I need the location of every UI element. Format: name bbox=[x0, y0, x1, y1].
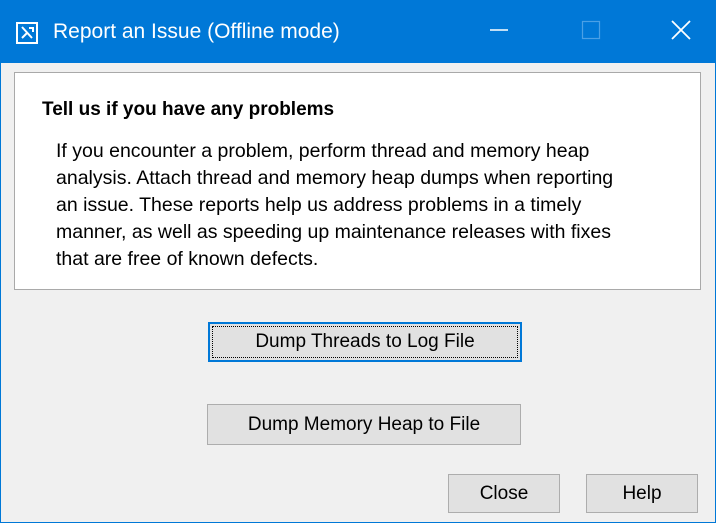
description-line: If you encounter a problem, perform thre… bbox=[56, 140, 590, 162]
help-button[interactable]: Help bbox=[586, 474, 698, 513]
description-line: that are free of known defects. bbox=[56, 248, 319, 270]
dump-heap-label: Dump Memory Heap to File bbox=[247, 413, 481, 435]
minimize-button[interactable] bbox=[469, 1, 529, 63]
maximize-button[interactable] bbox=[561, 1, 621, 63]
close-icon bbox=[670, 19, 692, 46]
info-panel: Tell us if you have any problems If you … bbox=[14, 72, 701, 290]
description-line: manner, as well as speeding up maintenan… bbox=[56, 221, 611, 243]
description-line: an issue. These reports help us address … bbox=[56, 194, 582, 216]
report-issue-dialog: Report an Issue (Offline mode) Tell us i… bbox=[0, 0, 716, 523]
maximize-icon bbox=[581, 20, 601, 45]
close-window-button[interactable] bbox=[651, 1, 711, 63]
close-button[interactable]: Close bbox=[448, 474, 560, 513]
title-bar[interactable]: Report an Issue (Offline mode) bbox=[1, 1, 715, 63]
info-description: If you encounter a problem, perform thre… bbox=[56, 138, 696, 273]
close-label: Close bbox=[479, 482, 529, 504]
report-issue-icon bbox=[16, 22, 38, 44]
minimize-icon bbox=[489, 20, 509, 45]
description-line: analysis. Attach thread and memory heap … bbox=[56, 167, 614, 189]
dump-threads-button[interactable]: Dump Threads to Log File bbox=[208, 322, 522, 362]
help-label: Help bbox=[622, 482, 662, 504]
info-heading: Tell us if you have any problems bbox=[42, 99, 335, 120]
focus-ring bbox=[212, 326, 518, 358]
window-title: Report an Issue (Offline mode) bbox=[53, 20, 340, 43]
dump-heap-button[interactable]: Dump Memory Heap to File bbox=[207, 404, 521, 445]
